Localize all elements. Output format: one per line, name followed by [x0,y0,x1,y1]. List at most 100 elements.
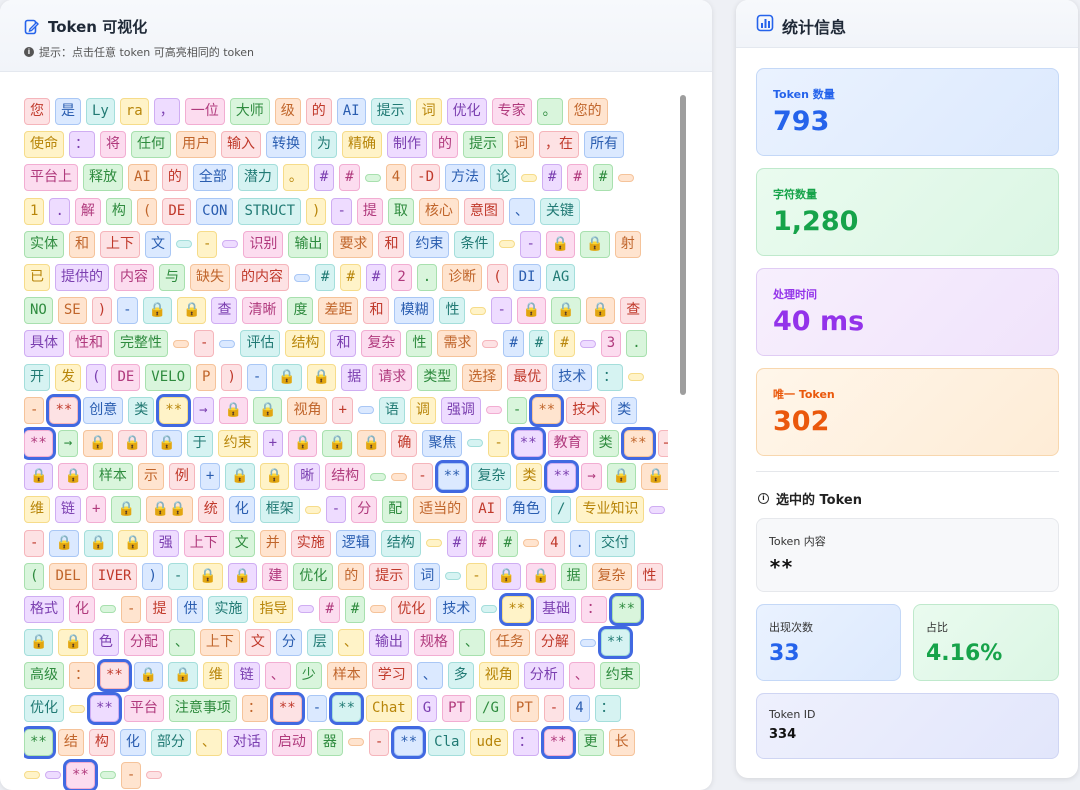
token-chip[interactable]: 🔒 [111,496,141,524]
token-chip[interactable]: 用户 [176,131,216,159]
token-chip[interactable]: 约束 [217,429,258,457]
token-chip[interactable]: 分解 [534,629,575,657]
token-chip[interactable]: 类 [128,396,155,424]
token-chip[interactable]: # [554,330,575,358]
newline-token[interactable] [347,738,364,747]
token-chip[interactable]: 缺失 [190,264,230,292]
token-chip[interactable]: - [24,396,45,424]
token-chip[interactable]: 文 [145,230,171,258]
token-chip[interactable]: 选择 [462,363,503,391]
token-chip[interactable]: 化 [69,595,95,623]
token-chip[interactable]: 优化 [446,98,487,126]
token-chip[interactable]: 一位 [184,98,225,126]
token-chip[interactable]: ** [87,692,122,726]
token-chip[interactable]: 性和 [69,330,109,358]
token-chip[interactable]: 分 [275,629,302,657]
token-chip[interactable]: 诊断 [442,264,483,292]
token-chip[interactable]: 类型 [417,363,458,391]
token-chip[interactable]: 要求 [333,230,374,258]
token-chip[interactable]: # [497,529,519,557]
token-chip[interactable]: # [542,164,563,192]
newline-token[interactable] [357,406,374,415]
token-chip[interactable]: 全部 [192,164,233,192]
token-chip[interactable]: 优化 [24,695,64,723]
token-chip[interactable]: - [506,396,528,424]
token-chip[interactable]: 长 [608,728,635,756]
token-chip[interactable]: 🔒 [24,463,54,491]
token-chip[interactable]: 复杂 [361,330,402,358]
token-chip[interactable]: 释放 [83,164,123,192]
token-chip[interactable]: 技术 [436,595,477,623]
token-chip[interactable]: ** [156,393,192,427]
token-chip[interactable]: 🔒 [306,363,337,391]
token-chip[interactable]: 🔒 [168,662,198,690]
token-chip[interactable]: 更 [577,728,604,756]
token-chip[interactable]: 🔒 [322,429,352,457]
token-chip[interactable]: AI [336,98,366,126]
token-chip[interactable]: 类 [592,429,619,457]
token-chip[interactable]: - [412,463,433,491]
token-chip[interactable]: 4 [569,695,590,723]
token-chip[interactable]: # [503,330,524,358]
token-chip[interactable]: - [331,197,352,225]
token-chip[interactable]: ) [142,562,163,590]
newline-token[interactable] [579,339,596,348]
token-chip[interactable]: ： [69,662,95,690]
token-chip[interactable]: 维 [24,496,50,524]
token-chip[interactable]: 论 [490,164,517,192]
token-chip[interactable]: 🔒 [580,230,610,258]
token-chip[interactable]: 1 [24,197,45,225]
newline-token[interactable] [99,771,116,780]
token-chip[interactable]: 据 [560,562,587,590]
token-chip[interactable]: 实体 [24,230,64,258]
token-chip[interactable]: 🔒 [491,562,522,590]
token-chip[interactable]: ** [540,725,576,759]
newline-token[interactable] [649,505,666,514]
token-chip[interactable]: ， [153,98,180,126]
token-chip[interactable]: 学习 [371,662,412,690]
token-chip[interactable]: 少 [295,662,322,690]
token-chip[interactable]: ** [609,592,645,626]
token-chip[interactable]: 规格 [413,629,454,657]
token-chip[interactable]: 构 [88,728,115,756]
newline-token[interactable] [391,472,408,481]
token-chip[interactable]: 类 [516,463,543,491]
newline-token[interactable] [467,439,484,448]
token-chip[interactable]: → [581,463,602,491]
token-chip[interactable]: 查 [211,297,238,325]
token-chip[interactable]: - [466,562,487,590]
token-chip[interactable]: 统 [197,496,224,524]
token-chip[interactable]: 模糊 [394,297,435,325]
token-chip[interactable]: 请求 [372,363,413,391]
token-chip[interactable]: 射 [614,230,641,258]
token-chip[interactable]: 🔒 [218,396,249,424]
token-chip[interactable]: PT [442,695,472,723]
token-chip[interactable]: 供 [177,595,204,623]
token-chip[interactable]: 和 [69,230,95,258]
token-chip[interactable]: 平台 [123,695,164,723]
token-chip[interactable]: . [569,529,590,557]
token-chip[interactable]: # [319,595,340,623]
token-chip[interactable]: - [491,297,512,325]
token-chip[interactable]: 多 [447,662,474,690]
token-chip[interactable]: 分析 [523,662,564,690]
token-chip[interactable]: 🔒 [117,429,148,457]
token-chip[interactable]: 样本 [326,662,367,690]
token-chip[interactable]: ，在 [539,131,579,159]
token-chip[interactable]: 发 [55,363,81,391]
token-chip[interactable]: 例 [168,463,195,491]
token-chip[interactable]: 语 [378,396,405,424]
token-chip[interactable]: 您的 [567,98,608,126]
token-chip[interactable]: - [121,595,142,623]
token-chip[interactable]: + [199,463,221,491]
newline-token[interactable] [370,472,387,481]
newline-token[interactable] [176,240,192,249]
token-chip[interactable]: 4 [385,164,407,192]
token-chip[interactable]: 🔒 [516,297,547,325]
token-chip[interactable]: 、 [195,728,222,756]
token-chip[interactable]: 🔒 [356,429,387,457]
token-chip[interactable]: 、 [337,629,364,657]
newline-token[interactable] [69,704,85,713]
token-chip[interactable]: 框架 [259,496,300,524]
token-chip[interactable]: 完整性 [114,330,168,358]
